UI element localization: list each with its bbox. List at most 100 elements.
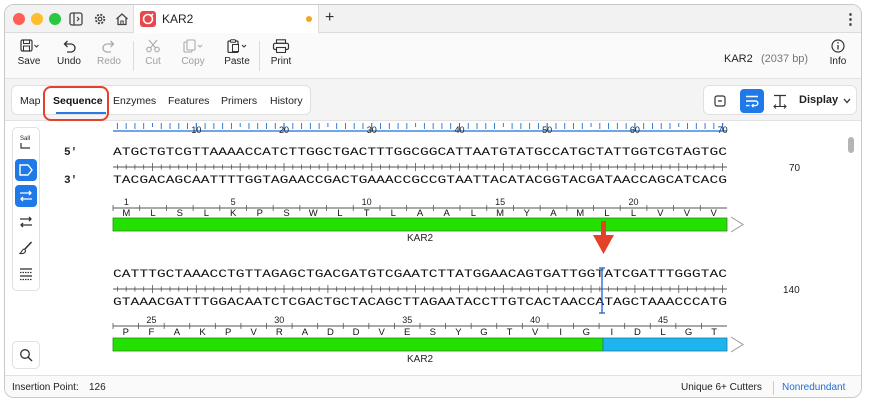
tab-primers[interactable]: Primers xyxy=(221,95,257,107)
minimize-window-button[interactable] xyxy=(31,13,43,25)
amino-acid-numbers: 25 30 35 40 45 xyxy=(146,315,668,325)
amino-acid: M xyxy=(496,208,504,219)
top-strand[interactable]: ATGCTGTCGTTAAAACCATCTTGGCTGACTTTGGCGGCAT… xyxy=(113,147,728,159)
print-button[interactable]: Print xyxy=(259,39,303,75)
amino-acid: V xyxy=(657,208,664,219)
cut-label: Cut xyxy=(145,56,161,67)
cutters-filter[interactable]: Unique 6+ Cutters xyxy=(681,382,762,393)
panel-icon xyxy=(714,95,726,107)
row-end-number: 70 xyxy=(789,163,801,174)
feature-segment[interactable] xyxy=(112,337,604,352)
insertion-point-value: 126 xyxy=(89,382,106,393)
amino-acid: L xyxy=(337,208,342,219)
document-tab-title: KAR2 xyxy=(162,12,194,26)
undo-button[interactable]: Undo xyxy=(47,39,91,75)
feature-label: KAR2 xyxy=(407,233,434,244)
toggle-panel-button[interactable] xyxy=(708,89,732,113)
residue-number: 5 xyxy=(231,197,236,207)
paste-button[interactable]: Paste xyxy=(215,39,259,75)
feature-arrow-button[interactable] xyxy=(15,159,37,181)
ruler: 10 20 30 40 50 60 70 xyxy=(113,123,728,135)
clipboard-icon xyxy=(227,39,247,53)
amino-acid: L xyxy=(604,208,609,219)
cut-button[interactable]: Cut xyxy=(131,39,175,75)
tab-enzymes[interactable]: Enzymes xyxy=(113,95,156,107)
color-button[interactable] xyxy=(15,237,37,259)
home-icon[interactable] xyxy=(113,10,131,28)
bottom-strand[interactable]: GTAAACGATTTGGACAATCTCGACTGCTACAGCTTAGAAT… xyxy=(113,297,727,309)
chevron-down-icon[interactable] xyxy=(843,98,851,104)
amino-acid: G xyxy=(583,327,590,338)
row-end-number: 140 xyxy=(783,285,800,296)
info-icon xyxy=(831,39,845,53)
feature-label: KAR2 xyxy=(407,354,434,365)
feature-segment[interactable] xyxy=(602,337,728,352)
ruler-label: 70 xyxy=(718,125,728,135)
printer-icon xyxy=(272,39,290,53)
tab-map[interactable]: Map xyxy=(20,95,40,107)
ruler-label: 20 xyxy=(279,125,289,135)
sequence-tab-highlight xyxy=(43,86,109,121)
amino-acid: D xyxy=(634,327,641,338)
document-size: (2037 bp) xyxy=(761,53,809,65)
feature-bar[interactable] xyxy=(112,336,744,353)
ruler-label: 60 xyxy=(630,125,640,135)
close-window-button[interactable] xyxy=(13,13,25,25)
strand-separator xyxy=(113,163,727,171)
text-layout-button[interactable] xyxy=(15,263,37,285)
save-button[interactable]: Save xyxy=(7,39,51,75)
scissors-icon xyxy=(146,39,160,53)
sidebar-toggle-icon[interactable] xyxy=(67,10,85,28)
app-window: KAR2 + ⋮ Save Undo Redo Cut Copy Paste P… xyxy=(4,4,862,398)
amino-acid: Y xyxy=(524,208,531,219)
undo-icon xyxy=(63,40,76,53)
reverse-complement-button[interactable] xyxy=(15,211,37,233)
feature-segment[interactable] xyxy=(112,217,728,232)
amino-acid: A xyxy=(550,208,557,219)
bottom-strand[interactable]: TACGACAGCAATTTTGGTAGAACCGACTGAAACCGCCGTA… xyxy=(113,175,727,187)
status-divider xyxy=(773,381,774,395)
translation: MLSLKPSWLTLAALMYAMLLVVV xyxy=(112,205,727,219)
copy-label: Copy xyxy=(181,56,205,67)
restriction-site-button[interactable]: SalI xyxy=(15,132,37,154)
unsaved-indicator xyxy=(306,16,312,22)
amino-acid: A xyxy=(174,327,181,338)
feature-bar[interactable] xyxy=(112,216,744,233)
status-bar: Insertion Point: 126 Unique 6+ Cutters N… xyxy=(5,375,861,397)
amino-acid: G xyxy=(685,327,692,338)
amino-acid: A xyxy=(302,327,309,338)
document-tab[interactable]: KAR2 xyxy=(133,5,319,33)
amino-acid-numbers: 1 5 10 15 20 xyxy=(124,197,639,207)
wrap-sequence-button[interactable] xyxy=(740,89,764,113)
insertion-point-label: Insertion Point: xyxy=(12,382,79,393)
search-button[interactable] xyxy=(12,341,40,369)
fit-width-button[interactable] xyxy=(768,89,792,113)
vertical-scrollbar[interactable] xyxy=(848,137,854,153)
residue-number: 40 xyxy=(530,315,540,325)
tab-history[interactable]: History xyxy=(270,95,303,107)
copy-button[interactable]: Copy xyxy=(171,39,215,75)
new-tab-button[interactable]: + xyxy=(325,9,334,27)
redo-button[interactable]: Redo xyxy=(87,39,131,75)
ruler-label: 10 xyxy=(191,125,201,135)
info-button[interactable]: Info xyxy=(816,39,860,75)
gear-icon[interactable] xyxy=(91,10,109,28)
zoom-window-button[interactable] xyxy=(49,13,61,25)
feature-direction-arrow xyxy=(730,336,744,353)
svg-text:SalI: SalI xyxy=(20,136,31,142)
amino-acid: L xyxy=(150,208,155,219)
top-strand[interactable]: CATTTGCTAAACCTGTTAGAGCTGACGATGTCGAATCTTA… xyxy=(113,269,728,281)
feature-direction-arrow xyxy=(730,216,744,233)
sequence-canvas[interactable]: 10 20 30 40 50 60 70 5' 3' ATGCTGTCGTTAAAACCAT… xyxy=(5,121,862,375)
nonredundant-link[interactable]: Nonredundant xyxy=(782,382,845,393)
residue-number: 15 xyxy=(495,197,505,207)
wrap-text-icon xyxy=(746,95,759,108)
amino-acid: S xyxy=(430,327,436,338)
more-options-icon[interactable]: ⋮ xyxy=(843,10,858,28)
display-menu-label[interactable]: Display xyxy=(799,94,838,106)
tab-features[interactable]: Features xyxy=(168,95,209,107)
amino-acid: K xyxy=(199,327,206,338)
show-strands-button[interactable] xyxy=(15,185,37,207)
amino-acid: S xyxy=(283,208,289,219)
amino-acid: V xyxy=(684,208,691,219)
